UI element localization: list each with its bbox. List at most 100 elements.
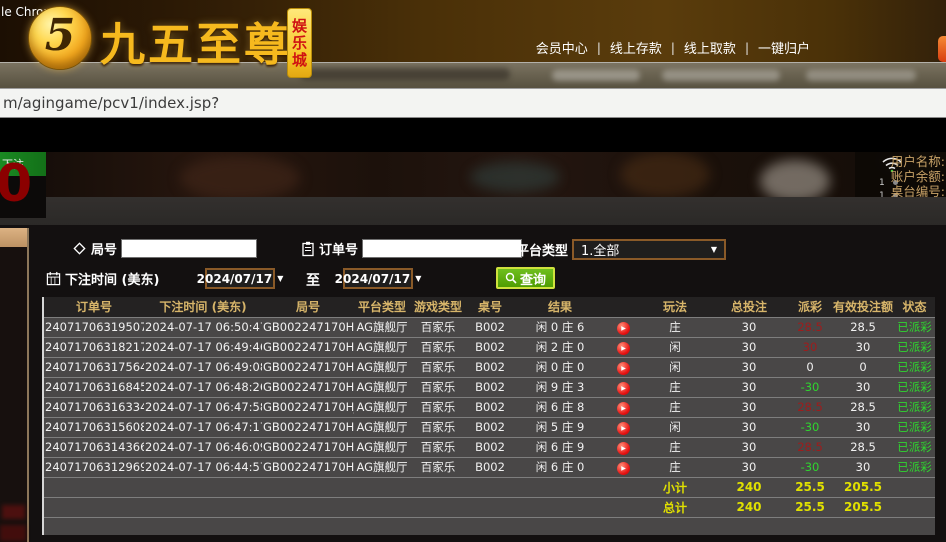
cell-play: ▶ (606, 417, 640, 437)
table-header: 订单号下注时间 (美东)局号平台类型游戏类型桌号结果玩法总投注派彩有效投注额状态 (44, 297, 935, 317)
cell-payout: 28.5 (788, 437, 832, 457)
cell-status: 已派彩 (894, 417, 935, 437)
cell-result: 闲 0 庄 6 (514, 317, 606, 337)
search-button[interactable]: 查询 (496, 267, 555, 289)
column-header: 结果 (514, 297, 606, 317)
order-id-label: 订单号 (319, 239, 358, 258)
cell-play: ▶ (606, 317, 640, 337)
records-table: 订单号下注时间 (美东)局号平台类型游戏类型桌号结果玩法总投注派彩有效投注额状态… (42, 297, 935, 535)
balance-label: 账户余额: (891, 169, 945, 184)
cell-play: ▶ (606, 337, 640, 357)
round-id-input[interactable] (121, 239, 257, 258)
nav-member-center[interactable]: 会员中心 (536, 38, 588, 57)
cell-result: 闲 5 庄 9 (514, 417, 606, 437)
play-video-icon[interactable]: ▶ (617, 462, 630, 475)
brand-title: 九五至尊 (100, 8, 292, 73)
cell-bet-time: 2024-07-17 06:50:47 (144, 317, 262, 337)
table-row: 2407170631821702024-07-17 06:49:46GB0022… (44, 337, 935, 357)
cell-valid-bet: 30 (832, 457, 894, 477)
date-to-value: 2024/07/17 (335, 272, 411, 286)
date-from-select[interactable]: 2024/07/17 ▼ (205, 268, 275, 289)
column-header: 局号 (262, 297, 354, 317)
play-video-icon[interactable]: ▶ (617, 382, 630, 395)
cell-payout: -30 (788, 417, 832, 437)
cell-round-id: GB002247170HG (262, 437, 354, 457)
cell-table-no: B002 (466, 457, 514, 477)
brand-logo-icon: 5 (28, 6, 92, 70)
magnifier-icon (505, 272, 517, 284)
cell-platform: AG旗舰厅 (354, 317, 410, 337)
cell-round-id: GB002247170HM (262, 337, 354, 357)
top-nav: 会员中心 | 线上存款 | 线上取款 | 一键归户 (536, 38, 810, 57)
account-info-panel: 1 1 用户名称: 账户余额: 桌台编号: (855, 152, 946, 197)
cell-order-id: 240717063143669 (44, 437, 144, 457)
play-video-icon[interactable]: ▶ (617, 362, 630, 375)
cell-game-type: 百家乐 (410, 457, 466, 477)
column-header: 平台类型 (354, 297, 410, 317)
sidebar-tan-block (0, 228, 27, 247)
clipboard-icon (301, 241, 315, 257)
brand-badge: 娱乐城 (287, 8, 312, 78)
play-video-icon[interactable]: ▶ (617, 322, 630, 335)
nav-online-withdraw[interactable]: 线上取款 (684, 38, 736, 57)
nav-separator: | (745, 41, 749, 55)
cell-bet-time: 2024-07-17 06:49:08 (144, 357, 262, 377)
column-header: 总投注 (710, 297, 788, 317)
cell-status: 已派彩 (894, 357, 935, 377)
cell-platform: AG旗舰厅 (354, 417, 410, 437)
nav-online-deposit[interactable]: 线上存款 (610, 38, 662, 57)
casino-banner-image (0, 152, 946, 197)
empty-row (44, 517, 935, 535)
cell-table-no: B002 (466, 437, 514, 457)
nav-one-key-transfer[interactable]: 一键归户 (758, 38, 810, 57)
cell-total-bet: 30 (710, 457, 788, 477)
table-row: 2407170631756442024-07-17 06:49:08GB0022… (44, 357, 935, 377)
logo-number: 5 (45, 14, 76, 58)
table-row: 2407170631633462024-07-17 06:47:58GB0022… (44, 397, 935, 417)
search-filters: 局号 订单号 (44, 233, 935, 297)
cell-valid-bet: 28.5 (832, 397, 894, 417)
cell-total-bet: 30 (710, 337, 788, 357)
table-number-label: 桌台编号: (891, 184, 945, 197)
play-video-icon[interactable]: ▶ (617, 342, 630, 355)
cell-platform: AG旗舰厅 (354, 457, 410, 477)
platform-type-label: 平台类型 (516, 240, 568, 259)
banner-pillar (620, 152, 710, 197)
banner-screen-glow (470, 162, 560, 192)
bet-time-label: 下注时间 (美东) (65, 269, 159, 288)
cell-total-bet: 30 (710, 417, 788, 437)
cell-valid-bet: 30 (832, 377, 894, 397)
screen: 会员中心 | 线上存款 | 线上取款 | 一键归户 5 九五至尊 娱乐城 le … (0, 0, 946, 542)
grandtotal-row: 总计24025.5205.5 (44, 497, 935, 517)
search-button-label: 查询 (520, 269, 546, 288)
cell-game-type: 百家乐 (410, 377, 466, 397)
cell-platform: AG旗舰厅 (354, 377, 410, 397)
platform-type-select[interactable]: 1.全部 ▼ (572, 239, 726, 260)
cell-valid-bet: 28.5 (832, 317, 894, 337)
column-header: 有效投注额 (832, 297, 894, 317)
url-text: m/agingame/pcv1/index.jsp? (0, 94, 219, 112)
cell-status: 已派彩 (894, 397, 935, 417)
main-area: 局号 订单号 (0, 225, 946, 542)
username-label: 用户名称: (891, 154, 945, 169)
play-video-icon[interactable]: ▶ (617, 402, 630, 415)
cell-bet-time: 2024-07-17 06:47:58 (144, 397, 262, 417)
play-video-icon[interactable]: ▶ (617, 422, 630, 435)
play-video-icon[interactable]: ▶ (617, 442, 630, 455)
platform-type-value: 1.全部 (581, 240, 619, 259)
browser-address-bar[interactable]: m/agingame/pcv1/index.jsp? (0, 88, 946, 118)
cell-order-id: 240717063168456 (44, 377, 144, 397)
info-row-number: 1 (879, 178, 885, 188)
date-to-select[interactable]: 2024/07/17 ▼ (343, 268, 413, 289)
cell-bet-type: 闲 (640, 357, 710, 377)
chevron-down-icon: ▼ (711, 245, 717, 254)
sidebar-divider (27, 228, 29, 542)
cell-result: 闲 9 庄 3 (514, 377, 606, 397)
cell-platform: AG旗舰厅 (354, 357, 410, 377)
side-tab[interactable] (938, 36, 946, 62)
cell-play: ▶ (606, 457, 640, 477)
blurred-account-text (662, 70, 780, 81)
cell-table-no: B002 (466, 337, 514, 357)
cell-platform: AG旗舰厅 (354, 397, 410, 417)
cell-table-no: B002 (466, 397, 514, 417)
